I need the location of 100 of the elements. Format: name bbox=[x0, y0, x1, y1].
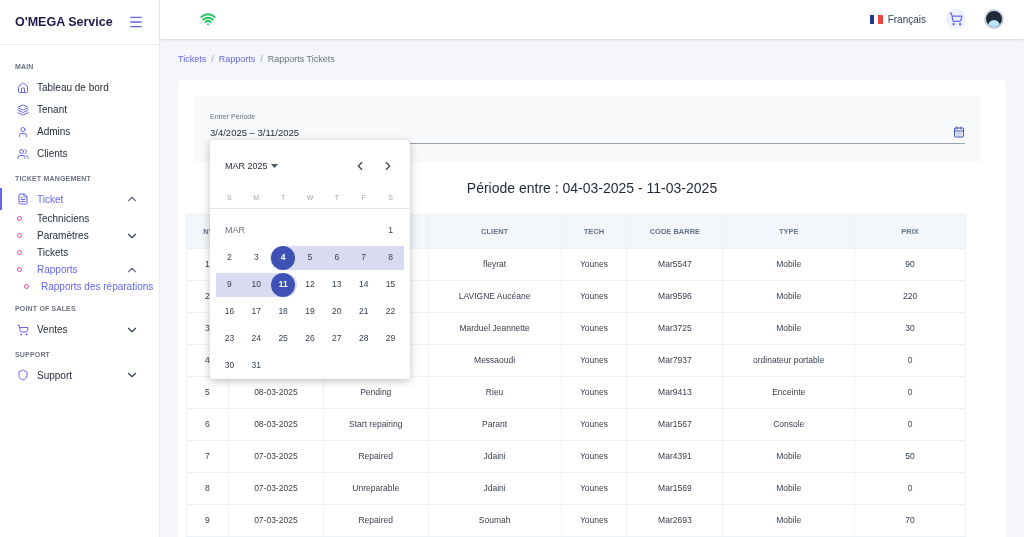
table-cell: 50 bbox=[854, 440, 966, 473]
table-cell: Repaired bbox=[323, 504, 429, 537]
menu-item[interactable]: Clients bbox=[0, 142, 159, 165]
calendar-day[interactable]: 10 bbox=[244, 272, 269, 297]
calendar-day[interactable]: 31 bbox=[244, 353, 269, 378]
table-cell: ordinateur portable bbox=[722, 344, 855, 377]
table-cell: 220 bbox=[854, 280, 966, 313]
calendar-day[interactable]: 15 bbox=[378, 272, 403, 297]
table-cell: Mar1567 bbox=[626, 408, 723, 441]
table-cell: 30 bbox=[854, 312, 966, 345]
table-cell: Mar7937 bbox=[626, 344, 723, 377]
table-cell: Mobile bbox=[722, 472, 855, 505]
shield-icon bbox=[17, 369, 29, 381]
calendar-day[interactable]: 8 bbox=[378, 245, 403, 270]
period-title: Période entre : 04-03-2025 - 11-03-2025 bbox=[466, 180, 718, 196]
table-cell: Mar1569 bbox=[626, 472, 723, 505]
table-cell: Mar4391 bbox=[626, 440, 723, 473]
table-cell: Console bbox=[722, 408, 855, 441]
table-cell: 0 bbox=[854, 408, 966, 441]
calendar-day[interactable]: 11 bbox=[271, 272, 296, 297]
table-cell: Repaired bbox=[323, 440, 429, 473]
table-cell: Soumah bbox=[428, 504, 561, 537]
submenu-item[interactable]: Tickets bbox=[0, 244, 159, 261]
table-cell: Enceinte bbox=[722, 376, 855, 409]
breadcrumb-link[interactable]: Tickets bbox=[178, 52, 207, 67]
submenu-item[interactable]: Rapports des réparations bbox=[0, 278, 159, 295]
table-cell: 0 bbox=[854, 376, 966, 409]
calendar-day[interactable]: 22 bbox=[378, 299, 403, 324]
table-cell: Mobile bbox=[722, 440, 855, 473]
calendar-day[interactable]: 25 bbox=[271, 326, 296, 351]
calendar-day[interactable]: 19 bbox=[298, 299, 322, 324]
table-cell: 6 bbox=[186, 408, 229, 441]
table-cell: Mobile bbox=[722, 248, 855, 281]
home-icon bbox=[17, 81, 29, 94]
table-cell: Start repairing bbox=[323, 408, 429, 441]
calendar-day[interactable]: 9 bbox=[217, 272, 242, 297]
breadcrumb-link[interactable]: Rapports bbox=[218, 52, 256, 67]
calendar-day[interactable]: 14 bbox=[351, 272, 376, 297]
calendar-day[interactable]: 18 bbox=[271, 299, 296, 324]
menu-item[interactable]: Ticket bbox=[0, 188, 159, 210]
caret-icon bbox=[270, 164, 278, 169]
calendar-day[interactable]: 4 bbox=[271, 245, 296, 270]
calendar-day[interactable]: 21 bbox=[351, 299, 376, 324]
menu-item[interactable]: Admins bbox=[0, 120, 159, 143]
table-cell: Jdaini bbox=[428, 472, 561, 505]
month-selector[interactable]: MAR 2025 bbox=[225, 159, 278, 173]
table-cell: Younes bbox=[561, 504, 627, 537]
avatar[interactable] bbox=[984, 9, 1004, 30]
table-cell: Mar9596 bbox=[626, 280, 723, 313]
calendar-day[interactable]: 6 bbox=[324, 245, 349, 270]
table-cell: Younes bbox=[561, 440, 627, 473]
calendar-day[interactable]: 1 bbox=[378, 218, 403, 243]
submenu-item[interactable]: Paramètres bbox=[0, 227, 159, 244]
table-cell: LAVIGNE Aucéane bbox=[428, 280, 561, 313]
submenu-item[interactable]: Rapports bbox=[0, 261, 159, 278]
menu-icon[interactable] bbox=[128, 14, 144, 30]
table-cell: Younes bbox=[561, 280, 627, 313]
cart-icon bbox=[17, 323, 29, 336]
breadcrumb-current: Rapports Tickets bbox=[267, 52, 335, 66]
menu-item[interactable]: Tenant bbox=[0, 98, 159, 121]
table-cell: 8 bbox=[186, 472, 229, 505]
table-cell: Mar9413 bbox=[626, 376, 723, 409]
table-cell: 0 bbox=[854, 472, 966, 505]
calendar-day[interactable]: 13 bbox=[324, 272, 349, 297]
calendar-icon[interactable] bbox=[953, 125, 965, 138]
table-cell: Messaoudi bbox=[428, 344, 561, 377]
table-cell: Unreparable bbox=[323, 472, 429, 505]
table-cell: Younes bbox=[561, 408, 627, 441]
language-selector[interactable]: Français bbox=[887, 11, 926, 27]
table-cell: fleyrat bbox=[428, 248, 561, 281]
table-cell: 08-03-2025 bbox=[228, 408, 324, 441]
calendar-day[interactable]: 28 bbox=[351, 326, 376, 351]
calendar-day[interactable]: 5 bbox=[298, 245, 322, 270]
table-cell: Mar5547 bbox=[626, 248, 723, 281]
table-cell: 0 bbox=[854, 344, 966, 377]
submenu-item[interactable]: Techniciens bbox=[0, 210, 159, 227]
calendar-day[interactable]: 24 bbox=[244, 326, 269, 351]
menu-item[interactable]: Tableau de bord bbox=[0, 76, 159, 99]
table-cell: 7 bbox=[186, 440, 229, 473]
table-cell: 07-03-2025 bbox=[228, 440, 324, 473]
menu-item[interactable]: Ventes bbox=[0, 318, 159, 341]
table-cell: Mar3725 bbox=[626, 312, 723, 345]
table-cell: Younes bbox=[561, 344, 627, 377]
calendar-day[interactable]: 29 bbox=[378, 326, 403, 351]
cart-add-icon[interactable] bbox=[946, 9, 966, 30]
calendar-day[interactable]: 3 bbox=[244, 245, 269, 270]
calendar-day[interactable]: 27 bbox=[324, 326, 349, 351]
calendar-day[interactable]: 7 bbox=[351, 245, 376, 270]
table-cell: Younes bbox=[561, 248, 627, 281]
breadcrumb-separator: / bbox=[211, 52, 214, 66]
table-cell: Rieu bbox=[428, 376, 561, 409]
wifi-icon bbox=[200, 11, 216, 28]
table-cell: 70 bbox=[854, 504, 966, 537]
table-cell: 90 bbox=[854, 248, 966, 281]
calendar-day[interactable]: 17 bbox=[244, 299, 269, 324]
flag-icon bbox=[869, 14, 883, 24]
calendar-day[interactable]: 12 bbox=[298, 272, 322, 297]
menu-item[interactable]: Support bbox=[0, 364, 159, 386]
calendar-day[interactable]: 20 bbox=[324, 299, 349, 324]
calendar-day[interactable]: 26 bbox=[298, 326, 322, 351]
